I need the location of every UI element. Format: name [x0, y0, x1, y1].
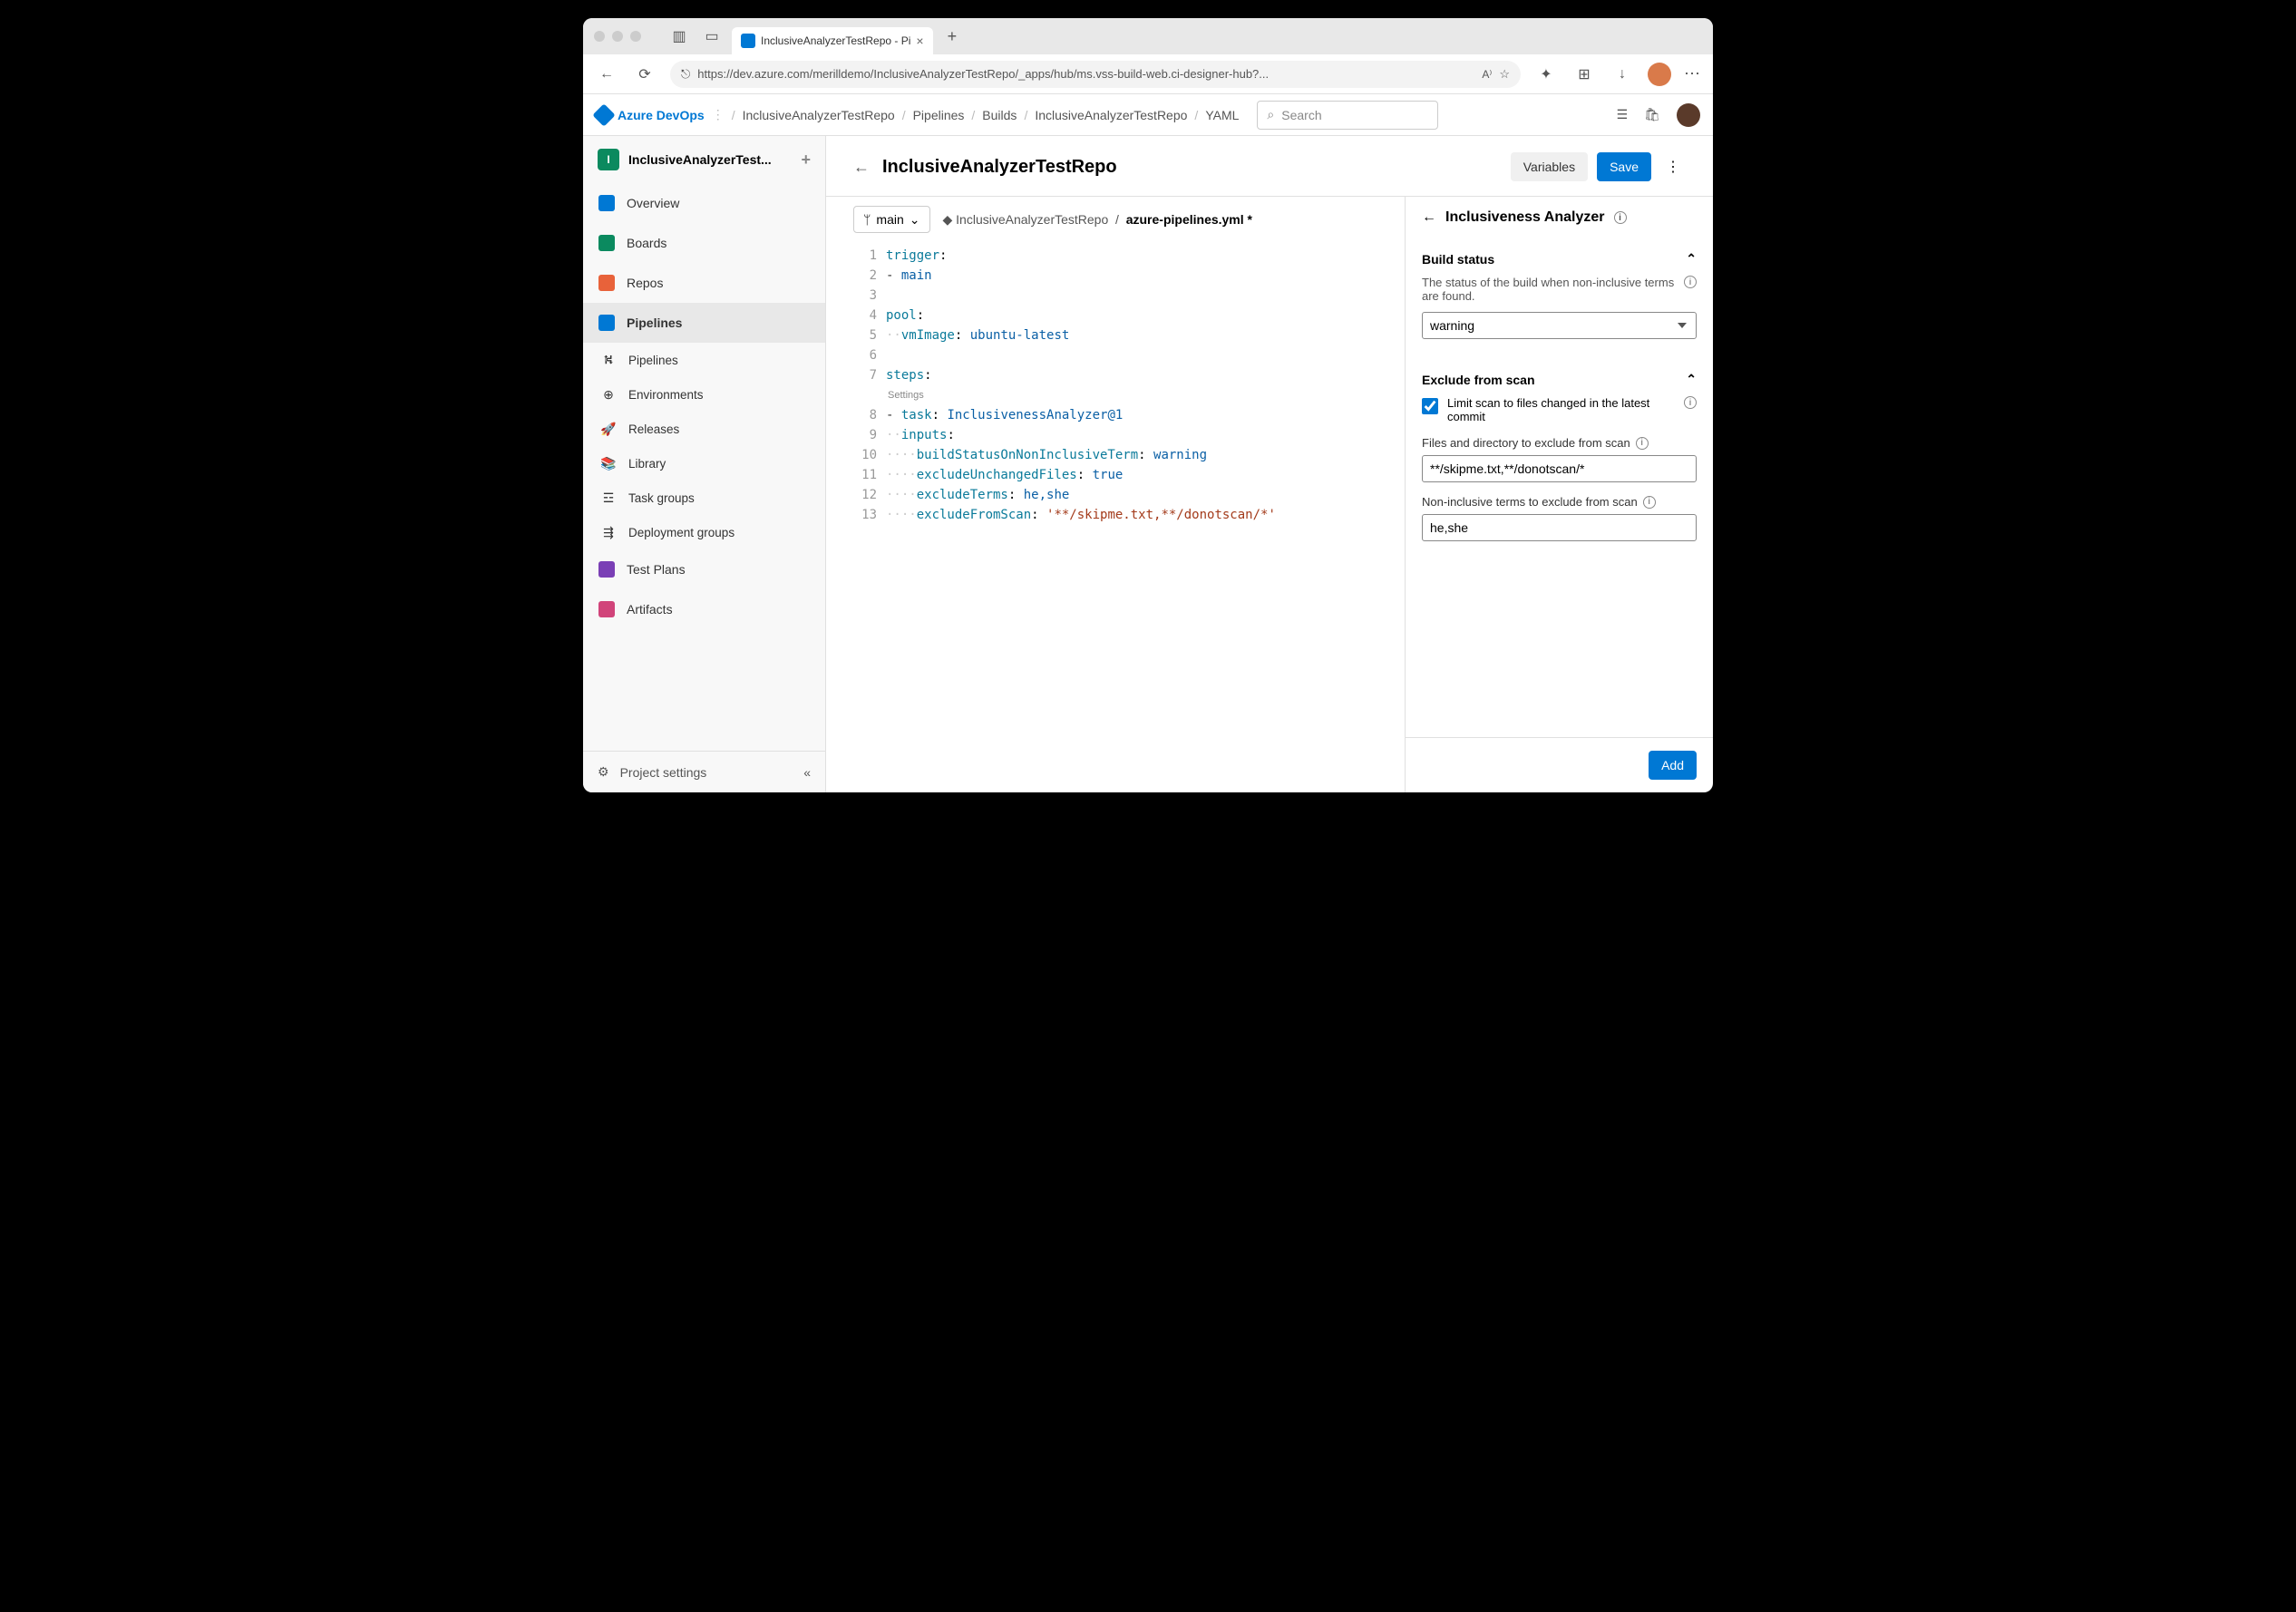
- testplans-icon: [598, 561, 615, 578]
- nav-sub-pipelines[interactable]: ⛕Pipelines: [583, 343, 825, 377]
- back-icon[interactable]: ←: [853, 158, 870, 177]
- nav-sub-taskgroups[interactable]: ☲Task groups: [583, 481, 825, 515]
- org-menu-icon[interactable]: ⋮: [712, 107, 725, 122]
- nav-sub-library[interactable]: 📚Library: [583, 446, 825, 481]
- branch-icon: ᛘ: [863, 212, 871, 227]
- breadcrumb-yaml[interactable]: YAML: [1205, 108, 1239, 122]
- info-icon[interactable]: i: [1643, 496, 1656, 509]
- code-editor[interactable]: 1234567 8910111213 trigger:- main pool:·…: [826, 242, 1405, 792]
- user-avatar[interactable]: [1677, 103, 1700, 127]
- overview-icon: [598, 195, 615, 211]
- branch-selector[interactable]: ᛘ main ⌄: [853, 206, 930, 233]
- project-header[interactable]: I InclusiveAnalyzerTest... +: [583, 136, 825, 183]
- search-input[interactable]: ⌕ Search: [1257, 101, 1438, 130]
- filter-icon[interactable]: ☰: [1617, 107, 1629, 122]
- more-actions-icon[interactable]: ⋮: [1660, 158, 1686, 176]
- profile-avatar[interactable]: [1648, 63, 1671, 86]
- tab-favicon-icon: [741, 34, 755, 48]
- section-build-status[interactable]: Build status ⌃: [1422, 251, 1697, 267]
- url-text: https://dev.azure.com/merilldemo/Inclusi…: [697, 67, 1474, 81]
- exclude-terms-input[interactable]: [1422, 514, 1697, 541]
- tabs-overview-icon[interactable]: ▭: [699, 24, 725, 49]
- azure-logo-icon: [592, 103, 615, 126]
- tab-close-icon[interactable]: ×: [916, 34, 923, 48]
- address-bar[interactable]: ⎋ https://dev.azure.com/merilldemo/Inclu…: [670, 61, 1521, 88]
- deploy-icon: ⇶: [599, 523, 618, 541]
- lock-icon: ⎋: [681, 67, 690, 82]
- page-title: InclusiveAnalyzerTestRepo: [882, 157, 1117, 178]
- sidebar: I InclusiveAnalyzerTest... + Overview Bo…: [583, 136, 826, 792]
- info-icon[interactable]: i: [1636, 437, 1649, 450]
- breadcrumb-builds[interactable]: Builds: [982, 108, 1017, 122]
- task-panel: ← Inclusiveness Analyzer i Build status …: [1405, 197, 1713, 792]
- breadcrumb-repo[interactable]: InclusiveAnalyzerTestRepo: [1035, 108, 1187, 122]
- rocket-icon: 🚀: [599, 420, 618, 438]
- file-path: ◆ InclusiveAnalyzerTestRepo / azure-pipe…: [943, 212, 1253, 228]
- editor-toolbar: ᛘ main ⌄ ◆ InclusiveAnalyzerTestRepo / a…: [826, 197, 1405, 242]
- info-icon[interactable]: i: [1614, 211, 1627, 224]
- section-exclude[interactable]: Exclude from scan ⌃: [1422, 372, 1697, 387]
- artifacts-icon: [598, 601, 615, 617]
- read-aloud-icon[interactable]: A⁾: [1482, 68, 1492, 81]
- nav-sub-environments[interactable]: ⊕Environments: [583, 377, 825, 412]
- marketplace-icon[interactable]: 🛍: [1644, 107, 1660, 122]
- refresh-button[interactable]: ⟳: [632, 62, 657, 87]
- breadcrumb-pipelines[interactable]: Pipelines: [913, 108, 965, 122]
- project-icon: I: [598, 149, 619, 170]
- add-button[interactable]: Add: [1649, 751, 1697, 780]
- extensions-icon[interactable]: ✦: [1533, 62, 1559, 87]
- repos-icon: [598, 275, 615, 291]
- nav-pipelines[interactable]: Pipelines: [583, 303, 825, 343]
- devops-header: Azure DevOps ⋮ / InclusiveAnalyzerTestRe…: [583, 94, 1713, 136]
- boards-icon: [598, 235, 615, 251]
- nav-artifacts[interactable]: Artifacts: [583, 589, 825, 629]
- downloads-icon[interactable]: ↓: [1610, 62, 1635, 87]
- browser-tab[interactable]: InclusiveAnalyzerTestRepo - Pi ×: [732, 27, 933, 54]
- nav-sub-deploymentgroups[interactable]: ⇶Deployment groups: [583, 515, 825, 549]
- nav-repos[interactable]: Repos: [583, 263, 825, 303]
- gear-icon: ⚙: [598, 764, 609, 780]
- panel-title: Inclusiveness Analyzer: [1445, 209, 1605, 226]
- task-icon: ☲: [599, 489, 618, 507]
- nav-boards[interactable]: Boards: [583, 223, 825, 263]
- limit-scan-checkbox[interactable]: [1422, 398, 1438, 414]
- browser-menu-button[interactable]: ⋯: [1684, 64, 1702, 83]
- browser-titlebar: ▥ ▭ InclusiveAnalyzerTestRepo - Pi × +: [583, 18, 1713, 54]
- chevron-up-icon: ⌃: [1686, 251, 1697, 267]
- window-controls[interactable]: [594, 31, 641, 42]
- add-project-icon[interactable]: +: [801, 151, 811, 170]
- info-icon[interactable]: i: [1684, 396, 1697, 409]
- chevron-down-icon: ⌄: [910, 212, 920, 228]
- globe-icon: ⊕: [599, 385, 618, 403]
- project-settings[interactable]: ⚙ Project settings «: [583, 751, 825, 792]
- chevron-up-icon: ⌃: [1686, 372, 1697, 387]
- nav-sub-releases[interactable]: 🚀Releases: [583, 412, 825, 446]
- back-button[interactable]: ←: [594, 62, 619, 87]
- save-button[interactable]: Save: [1597, 152, 1651, 181]
- favorite-icon[interactable]: ☆: [1499, 67, 1510, 82]
- library-icon: 📚: [599, 454, 618, 472]
- nav-testplans[interactable]: Test Plans: [583, 549, 825, 589]
- nav-overview[interactable]: Overview: [583, 183, 825, 223]
- browser-toolbar: ← ⟳ ⎋ https://dev.azure.com/merilldemo/I…: [583, 54, 1713, 94]
- collections-icon[interactable]: ⊞: [1571, 62, 1597, 87]
- azure-devops-logo[interactable]: Azure DevOps: [596, 107, 705, 123]
- codelens-settings[interactable]: Settings: [886, 385, 1405, 405]
- page-header: ← InclusiveAnalyzerTestRepo Variables Sa…: [826, 136, 1713, 196]
- panel-back-icon[interactable]: ←: [1422, 209, 1436, 226]
- pipelines-icon: [598, 315, 615, 331]
- variables-button[interactable]: Variables: [1511, 152, 1588, 181]
- breadcrumb-project[interactable]: InclusiveAnalyzerTestRepo: [743, 108, 895, 122]
- search-icon: ⌕: [1267, 107, 1274, 122]
- exclude-files-input[interactable]: [1422, 455, 1697, 482]
- repo-icon: ◆: [943, 212, 953, 227]
- sidebar-toggle-icon[interactable]: ▥: [666, 24, 692, 49]
- rocket-icon: ⛕: [599, 351, 618, 369]
- tab-title: InclusiveAnalyzerTestRepo - Pi: [761, 34, 910, 47]
- info-icon[interactable]: i: [1684, 276, 1697, 288]
- build-status-select[interactable]: warning: [1422, 312, 1697, 339]
- new-tab-button[interactable]: +: [948, 27, 958, 46]
- collapse-sidebar-icon[interactable]: «: [803, 765, 811, 780]
